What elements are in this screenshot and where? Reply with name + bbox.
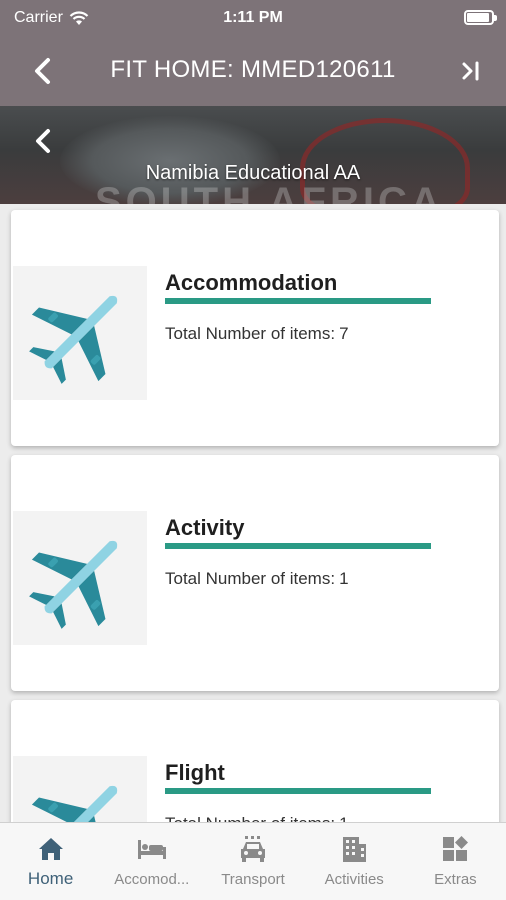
count-value: 7 (339, 324, 349, 343)
count-label: Total Number of items: (165, 569, 336, 588)
tab-activities[interactable]: Activities (304, 823, 405, 900)
card-title: Accommodation (165, 270, 338, 295)
bed-icon (137, 835, 167, 863)
tab-label: Transport (221, 871, 285, 888)
airplane-icon (29, 295, 118, 384)
tab-transport[interactable]: Transport (202, 823, 303, 900)
tab-label: Home (27, 869, 74, 888)
grid-icon (440, 835, 470, 863)
building-icon (339, 835, 369, 863)
status-bar: Carrier 1:11 PM (0, 0, 506, 36)
card-thumbnail (13, 756, 147, 822)
tab-home[interactable]: Home (0, 823, 101, 900)
airplane-icon (29, 540, 118, 629)
navigation-bar: FIT HOME: MMED120611 (0, 36, 506, 106)
item-count: Total Number of items: 1 (165, 814, 349, 822)
tab-bar: Home Accomod... Transport Activities Ext… (0, 822, 506, 900)
card-title: Flight (165, 760, 225, 785)
car-icon (238, 835, 268, 863)
airplane-icon (31, 785, 118, 822)
item-count: Total Number of items:1 (165, 569, 349, 589)
category-card-flight[interactable]: Flight Total Number of items: 1 (11, 700, 499, 822)
trip-banner: SOUTH AFRICA Namibia Educational AA (0, 106, 506, 204)
card-accent-bar (165, 788, 431, 794)
banner-back-button[interactable] (28, 126, 58, 156)
category-card-accommodation[interactable]: Accommodation Total Number of items: 7 (11, 210, 499, 446)
tab-label: Activities (324, 871, 384, 888)
chevron-left-icon (36, 129, 50, 153)
tab-label: Extras (434, 871, 477, 888)
card-thumbnail (13, 511, 147, 645)
skip-to-end-button[interactable] (456, 56, 486, 86)
clock: 1:11 PM (223, 9, 283, 26)
trip-name: Namibia Educational AA (145, 162, 361, 184)
card-accent-bar (165, 298, 431, 304)
count-value: 1 (339, 814, 348, 822)
card-accent-bar (165, 543, 431, 549)
category-card-activity[interactable]: Activity Total Number of items: 1 (11, 455, 499, 691)
tab-label: Accomod... (114, 871, 190, 888)
skip-end-icon (462, 61, 479, 81)
home-icon (36, 835, 66, 863)
count-label: Total Number of items: (165, 814, 335, 822)
tab-accommodation[interactable]: Accomod... (101, 823, 202, 900)
card-title: Activity (165, 515, 245, 540)
tab-extras[interactable]: Extras (405, 823, 506, 900)
category-list[interactable]: Accommodation Total Number of items: 7 Ac… (0, 204, 506, 822)
count-value: 1 (339, 569, 349, 588)
count-label: Total Number of items: (165, 324, 336, 343)
card-thumbnail (13, 266, 147, 400)
page-title: FIT HOME: MMED120611 (110, 56, 396, 83)
battery-icon (464, 10, 497, 25)
item-count: Total Number of items: 7 (165, 324, 349, 344)
